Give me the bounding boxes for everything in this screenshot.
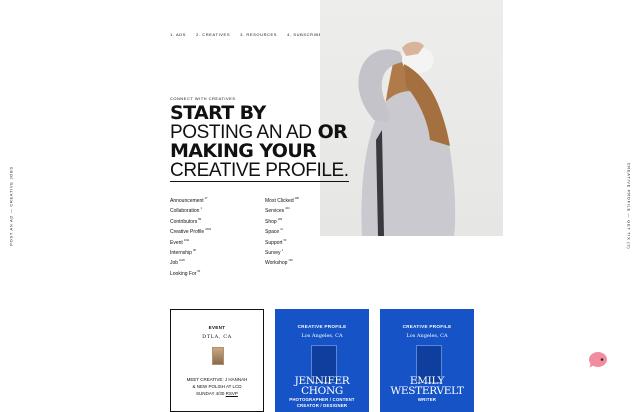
card-kicker: CREATIVE PROFILE — [402, 324, 452, 329]
hero-headline: START BY POSTING AN AD OR MAKING YOUR CR… — [170, 102, 390, 182]
role-line: WRITER — [417, 397, 437, 402]
nav-creatives[interactable]: 2. CREATIVES — [196, 32, 230, 37]
nav-ads[interactable]: 1. ADS — [170, 32, 186, 37]
category-list-right: Most Clicked186 Services104 Shop189 Spac… — [265, 195, 299, 268]
headline-line-1: START BY — [170, 102, 266, 124]
headline-or: OR — [311, 121, 348, 143]
category-item[interactable]: Creative Profile1003 — [170, 226, 211, 236]
event-card[interactable]: EVENT DTLA, CA MEET CREATIVE: J HANNAH &… — [170, 309, 264, 412]
category-item[interactable]: Most Clicked186 — [265, 195, 299, 205]
category-item[interactable]: Internship38 — [170, 247, 211, 257]
category-item[interactable]: Workshop145 — [265, 257, 299, 267]
category-item[interactable]: Space11 — [265, 226, 299, 236]
category-item[interactable]: Survey1 — [265, 247, 299, 257]
right-rail-text[interactable]: Creative Profile — Get Tix (3) — [627, 163, 632, 250]
card-location: Los Angeles, CA — [406, 333, 448, 339]
card-location: DTLA, CA — [202, 334, 232, 340]
category-item[interactable]: Event1011 — [170, 237, 211, 247]
main-nav: 1. ADS 2. CREATIVES 3. RESOURCES 4. SUBS… — [170, 32, 322, 37]
category-item[interactable]: Contributors89 — [170, 216, 211, 226]
creative-role: WRITER — [384, 397, 470, 403]
creative-role: PHOTOGRAPHER / CONTENT CREATOR / DESIGNE… — [279, 397, 365, 408]
left-rail-text[interactable]: Post an AD — Creative Jobs — [9, 166, 14, 245]
category-item[interactable]: Collaboration1 — [170, 205, 211, 215]
event-description: MEET CREATIVE: J HANNAH & NEW POLISH AT … — [177, 376, 257, 398]
name-line: WESTERVELT — [390, 384, 464, 397]
nav-resources[interactable]: 3. RESOURCES — [240, 32, 277, 37]
category-item[interactable]: Support53 — [265, 237, 299, 247]
nav-subscribe[interactable]: 4. SUBSCRIBE — [287, 32, 322, 37]
left-vertical-rail: Post an AD — Creative Jobs — [0, 0, 22, 412]
creative-profile-card[interactable]: CREATIVE PROFILE Los Angeles, CA EMILY W… — [380, 309, 474, 412]
creative-profile-link[interactable]: CREATIVE PROFILE. — [170, 160, 349, 182]
rsvp-link[interactable]: RSVP — [226, 391, 238, 396]
right-vertical-rail: Creative Profile — Get Tix (3) — [618, 0, 640, 412]
event-line: & NEW POLISH AT LCD — [192, 384, 242, 390]
name-line: CHONG — [301, 384, 343, 397]
card-location: Los Angeles, CA — [301, 333, 343, 339]
category-item[interactable]: Services104 — [265, 205, 299, 215]
card-kicker: CREATIVE PROFILE — [297, 324, 347, 329]
category-list-left: Announcement47 Collaboration1 Contributo… — [170, 195, 211, 278]
creative-name: EMILY WESTERVELT — [380, 376, 474, 397]
category-item[interactable]: Job1026 — [170, 257, 211, 267]
headline-line-3: MAKING YOUR — [170, 140, 317, 162]
creative-name: JENNIFER CHONG — [275, 376, 369, 397]
card-kicker: EVENT — [208, 325, 226, 330]
category-item[interactable]: Announcement47 — [170, 195, 211, 205]
role-line: CREATOR / DESIGNER — [296, 402, 348, 408]
creative-profile-card[interactable]: CREATIVE PROFILE Los Angeles, CA JENNIFE… — [275, 309, 369, 412]
category-item[interactable]: Shop189 — [265, 216, 299, 226]
chat-bubble-icon[interactable] — [588, 351, 608, 369]
category-item[interactable]: Looking For84 — [170, 268, 211, 278]
event-line: MEET CREATIVE: J HANNAH — [186, 377, 248, 382]
event-thumbnail — [212, 347, 224, 365]
role-line: PHOTOGRAPHER / CONTENT — [289, 397, 355, 402]
event-line: SUNDAY 4/30 RSVP — [196, 391, 238, 397]
eyebrow-label: CONNECT WITH CREATIVES — [170, 96, 236, 101]
